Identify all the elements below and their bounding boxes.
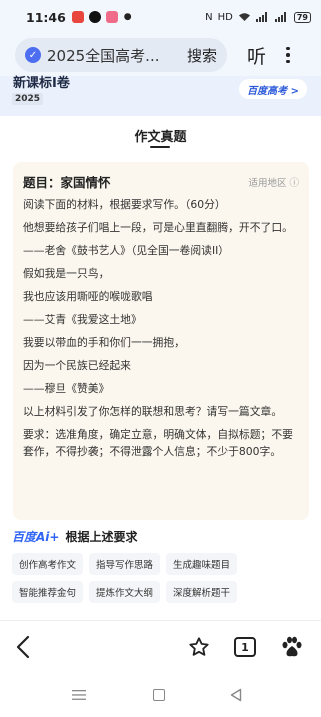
section-underline	[150, 146, 170, 148]
essay-card: 作文真题 题目：家国情怀 适用地区 ⓘ 阅读下面的材料，根据要求写作。（60分）…	[0, 116, 321, 522]
ai-chip[interactable]: 智能推荐金句	[12, 581, 84, 603]
exam-banner: 新课标I卷 2025 百度高考 >	[0, 76, 321, 116]
more-notifications-icon: ●	[123, 12, 132, 22]
search-button[interactable]: 搜索	[187, 45, 217, 66]
back-arrow-icon[interactable]	[16, 635, 30, 659]
search-box[interactable]: ✓ 2025全国高考... 搜索	[15, 38, 227, 72]
baidu-paw-icon[interactable]	[280, 635, 304, 659]
section-title: 作文真题	[134, 130, 187, 145]
ai-chip[interactable]: 提炼作文大纲	[89, 581, 161, 603]
verified-shield-icon: ✓	[25, 47, 41, 63]
baidu-ai-logo: 百度Ai+	[12, 530, 60, 544]
year-badge: 2025	[12, 93, 44, 105]
ai-section-header: 百度Ai+ 根据上述要求	[12, 528, 137, 545]
essay-paragraph: ——艾青《我爱这土地》	[23, 313, 142, 326]
essay-paragraph: 阅读下面的材料，根据要求写作。（60分）	[23, 198, 226, 211]
essay-paragraph: 因为一个民族已经起来	[23, 359, 131, 372]
home-icon[interactable]	[153, 689, 165, 701]
essay-title: 题目：家国情怀	[23, 175, 111, 190]
signal-icon	[255, 12, 267, 22]
browser-bottom-nav: 1	[0, 620, 321, 674]
system-nav-bar	[0, 680, 321, 717]
ai-chip[interactable]: 深度解析题干	[166, 581, 238, 603]
essay-paragraph: ——穆旦《赞美》	[23, 382, 110, 395]
top-search-bar: ✓ 2025全国高考... 搜索 听	[0, 34, 321, 76]
essay-paragraph: ——老舍《鼓书艺人》（见全国一卷阅读II）	[23, 244, 230, 257]
system-back-icon[interactable]	[230, 688, 242, 702]
ai-section-title: 根据上述要求	[65, 530, 138, 544]
essay-question-box: 题目：家国情怀 适用地区 ⓘ 阅读下面的材料，根据要求写作。（60分） 他想要给…	[13, 162, 309, 520]
signal-icon-2	[274, 12, 286, 22]
essay-paragraph: 我要以带血的手和你们一一拥抱，	[23, 336, 185, 349]
essay-paragraph: 我也应该用嘶哑的喉咙歌唱	[23, 290, 153, 303]
wifi-icon	[238, 13, 250, 21]
status-time: 11:46	[26, 9, 66, 25]
status-icons: N HD 79	[205, 11, 311, 23]
status-bar: 11:46 ● N HD 79	[0, 0, 321, 34]
listen-button[interactable]: 听	[247, 42, 266, 69]
tabs-count-button[interactable]: 1	[234, 637, 256, 657]
ai-chip[interactable]: 创作高考作文	[12, 553, 84, 575]
battery-icon: 79	[293, 11, 311, 23]
region-info-link[interactable]: 适用地区 ⓘ	[248, 175, 299, 189]
search-query[interactable]: 2025全国高考...	[47, 45, 183, 66]
baidu-gaokao-link[interactable]: 百度高考 >	[239, 79, 307, 99]
notification-app-icon-2	[105, 11, 118, 23]
more-menu-icon[interactable]	[286, 46, 290, 64]
star-icon[interactable]	[188, 636, 210, 658]
ai-chip[interactable]: 生成趣味题目	[166, 553, 238, 575]
recent-apps-icon[interactable]	[72, 689, 86, 701]
essay-paragraph: 以上材料引发了你怎样的联想和思考？请写一篇文章。	[23, 405, 283, 418]
essay-paragraph: 他想要给孩子们唱上一段，可是心里直翻腾，开不了口。	[23, 221, 293, 234]
ai-suggestion-chips: 创作高考作文 指导写作思路 生成趣味题目 智能推荐金句 提炼作文大纲 深度解析题…	[12, 553, 312, 603]
notification-app-icon	[71, 11, 84, 23]
banner-title: 新课标I卷	[13, 76, 70, 91]
hd-icon: HD	[217, 11, 233, 23]
essay-paragraph: 要求：选准角度，确定立意，明确文体，自拟标题；不要套作，不得抄袭；不得泄露个人信…	[23, 428, 293, 458]
nfc-icon: N	[205, 11, 213, 23]
tiktok-icon	[88, 11, 101, 23]
ai-chip[interactable]: 指导写作思路	[89, 553, 161, 575]
essay-paragraph: 假如我是一只鸟，	[23, 267, 110, 280]
